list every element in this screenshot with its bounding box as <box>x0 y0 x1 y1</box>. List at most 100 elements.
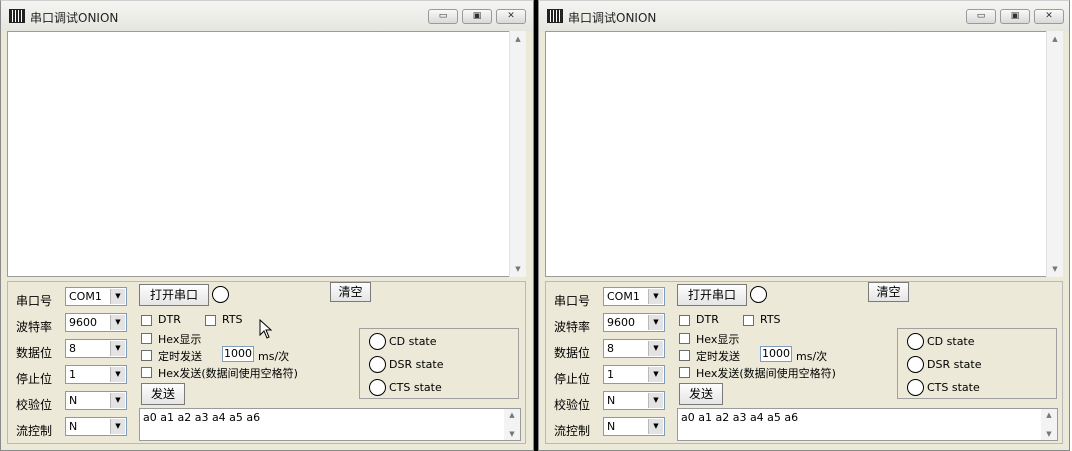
parity-select[interactable]: N ▼ <box>65 391 127 410</box>
hex-display-checkbox[interactable] <box>141 333 152 344</box>
open-port-button[interactable]: 打开串口 <box>139 284 209 306</box>
minimize-button[interactable]: ▭ <box>428 9 458 24</box>
scroll-up-icon[interactable]: ▲ <box>1047 35 1063 43</box>
chevron-down-icon[interactable]: ▼ <box>110 367 125 382</box>
chevron-down-icon[interactable]: ▼ <box>110 341 125 356</box>
port-select[interactable]: COM1 ▼ <box>603 287 665 306</box>
hex-send-checkbox[interactable] <box>141 367 152 378</box>
parity-select[interactable]: N ▼ <box>603 391 665 410</box>
flow-select[interactable]: N ▼ <box>65 417 127 436</box>
rts-checkbox[interactable] <box>743 315 754 326</box>
open-port-button[interactable]: 打开串口 <box>677 284 747 306</box>
timed-send-checkbox[interactable] <box>141 350 152 361</box>
title-bar[interactable]: 串口调试ONION ▭ ▣ ✕ <box>539 1 1069 31</box>
maximize-button[interactable]: ▣ <box>462 9 492 24</box>
barcode-icon <box>547 9 563 23</box>
send-scrollbar[interactable]: ▲ ▼ <box>1041 409 1057 440</box>
chevron-down-icon[interactable]: ▼ <box>648 367 663 382</box>
timed-send-checkbox[interactable] <box>679 350 690 361</box>
scroll-up-icon[interactable]: ▲ <box>1041 411 1057 419</box>
clear-button[interactable]: 清空 <box>868 282 909 302</box>
databits-label: 数据位 <box>16 346 53 360</box>
stopbits-select[interactable]: 1 ▼ <box>603 365 665 384</box>
chevron-down-icon[interactable]: ▼ <box>648 419 663 434</box>
hex-send-checkbox[interactable] <box>679 367 690 378</box>
hex-send-label: Hex发送(数据间使用空格符) <box>696 367 836 380</box>
send-scrollbar[interactable]: ▲ ▼ <box>504 409 520 440</box>
flow-label: 流控制 <box>554 424 591 438</box>
port-label: 串口号 <box>16 294 53 308</box>
databits-label: 数据位 <box>554 346 591 360</box>
interval-unit-label: ms/次 <box>258 350 290 363</box>
port-value: COM1 <box>607 290 640 303</box>
rts-label: RTS <box>222 313 243 326</box>
rts-checkbox[interactable] <box>205 315 216 326</box>
receive-output-area[interactable] <box>7 31 511 277</box>
dsr-state-indicator <box>369 356 386 373</box>
baud-select[interactable]: 9600 ▼ <box>603 313 665 332</box>
output-scrollbar[interactable]: ▲ ▼ <box>509 31 526 277</box>
parity-label: 校验位 <box>16 398 53 412</box>
hex-display-label: Hex显示 <box>696 333 740 346</box>
databits-select[interactable]: 8 ▼ <box>65 339 127 358</box>
scroll-down-icon[interactable]: ▼ <box>1047 265 1063 273</box>
baud-label: 波特率 <box>554 320 591 334</box>
scroll-up-icon[interactable]: ▲ <box>504 411 520 419</box>
databits-select[interactable]: 8 ▼ <box>603 339 665 358</box>
port-select[interactable]: COM1 ▼ <box>65 287 127 306</box>
stopbits-label: 停止位 <box>16 372 53 386</box>
port-status-indicator <box>212 286 229 303</box>
dtr-checkbox[interactable] <box>141 315 152 326</box>
send-button[interactable]: 发送 <box>141 383 185 405</box>
dtr-checkbox[interactable] <box>679 315 690 326</box>
flow-select[interactable]: N ▼ <box>603 417 665 436</box>
serial-debug-window-right: 串口调试ONION ▭ ▣ ✕ ▲ ▼ 串口号 波特率 数据位 停止位 校验位 … <box>538 0 1070 451</box>
dsr-state-label: DSR state <box>927 358 982 371</box>
chevron-down-icon[interactable]: ▼ <box>110 419 125 434</box>
clear-button[interactable]: 清空 <box>330 282 371 302</box>
chevron-down-icon[interactable]: ▼ <box>110 315 125 330</box>
port-value: COM1 <box>69 290 102 303</box>
cd-state-indicator <box>369 333 386 350</box>
output-scrollbar[interactable]: ▲ ▼ <box>1046 31 1063 277</box>
settings-panel: 串口号 波特率 数据位 停止位 校验位 流控制 COM1 ▼ 9600 ▼ 8 … <box>7 281 526 444</box>
title-bar[interactable]: 串口调试ONION ▭ ▣ ✕ <box>1 1 533 31</box>
databits-value: 8 <box>69 342 76 355</box>
scroll-down-icon[interactable]: ▼ <box>1041 430 1057 438</box>
chevron-down-icon[interactable]: ▼ <box>648 341 663 356</box>
minimize-button[interactable]: ▭ <box>966 9 996 24</box>
close-button[interactable]: ✕ <box>1034 9 1064 24</box>
chevron-down-icon[interactable]: ▼ <box>648 393 663 408</box>
scroll-down-icon[interactable]: ▼ <box>510 265 526 273</box>
interval-input[interactable]: 1000 <box>222 346 254 362</box>
interval-input[interactable]: 1000 <box>760 346 792 362</box>
settings-panel: 串口号 波特率 数据位 停止位 校验位 流控制 COM1 ▼ 9600 ▼ 8 … <box>545 281 1063 444</box>
send-input[interactable]: a0 a1 a2 a3 a4 a5 a6 ▲ ▼ <box>139 408 521 441</box>
receive-output-area[interactable] <box>545 31 1047 277</box>
hex-display-checkbox[interactable] <box>679 333 690 344</box>
scroll-up-icon[interactable]: ▲ <box>510 35 526 43</box>
hex-send-label: Hex发送(数据间使用空格符) <box>158 367 298 380</box>
window-title: 串口调试ONION <box>568 11 657 25</box>
flow-value: N <box>607 420 616 433</box>
chevron-down-icon[interactable]: ▼ <box>110 393 125 408</box>
modem-state-group: CD state DSR state CTS state <box>897 328 1057 399</box>
send-button[interactable]: 发送 <box>679 383 723 405</box>
chevron-down-icon[interactable]: ▼ <box>648 315 663 330</box>
dtr-label: DTR <box>696 313 719 326</box>
send-input[interactable]: a0 a1 a2 a3 a4 a5 a6 ▲ ▼ <box>677 408 1058 441</box>
stopbits-label: 停止位 <box>554 372 591 386</box>
cd-state-label: CD state <box>927 335 975 348</box>
baud-select[interactable]: 9600 ▼ <box>65 313 127 332</box>
stopbits-select[interactable]: 1 ▼ <box>65 365 127 384</box>
port-status-indicator <box>750 286 767 303</box>
baud-value: 9600 <box>69 316 97 329</box>
timed-send-label: 定时发送 <box>158 350 202 363</box>
close-button[interactable]: ✕ <box>496 9 526 24</box>
barcode-icon <box>9 9 25 23</box>
scroll-down-icon[interactable]: ▼ <box>504 430 520 438</box>
chevron-down-icon[interactable]: ▼ <box>648 289 663 304</box>
databits-value: 8 <box>607 342 614 355</box>
chevron-down-icon[interactable]: ▼ <box>110 289 125 304</box>
maximize-button[interactable]: ▣ <box>1000 9 1030 24</box>
